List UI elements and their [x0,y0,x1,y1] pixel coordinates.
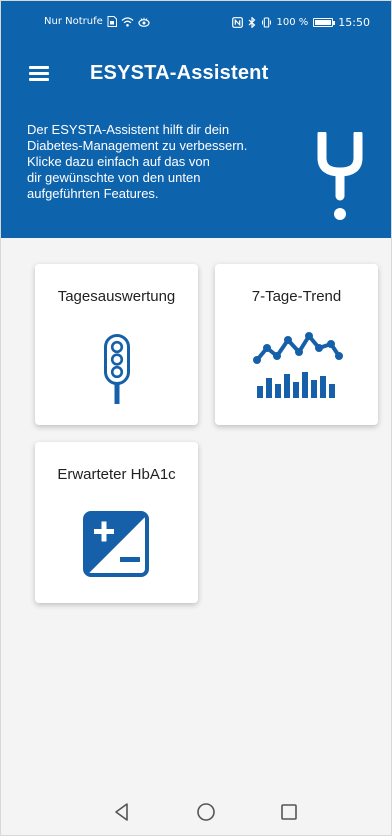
traffic-light-icon [104,334,130,404]
carrier-text: Nur Notrufe [44,16,103,27]
esysta-logo-icon [317,132,363,220]
eye-comfort-icon [138,17,150,27]
recents-icon[interactable] [275,798,303,826]
trend-chart-icon [253,332,343,398]
status-bar: Nur Notrufe 100 % 15:50 [0,0,392,44]
home-icon[interactable] [192,798,220,826]
feature-card-title: 7-Tage-Trend [251,288,342,305]
intro-line: Klicke dazu einfach auf das von [27,154,210,169]
plus-minus-icon [83,511,149,577]
wifi-icon [121,16,134,27]
feature-card-erwarteter-hba1c[interactable]: Erwarteter HbA1c [35,442,198,603]
intro-text: Der ESYSTA-Assistent hilft dir dein Diab… [27,122,312,202]
feature-card-tagesauswertung[interactable]: Tagesauswertung [35,264,198,425]
intro-line: Der ESYSTA-Assistent hilft dir dein [27,122,230,137]
intro-line: aufgeführten Features. [27,186,159,201]
page-title: ESYSTA-Assistent [90,62,269,84]
feature-card-7-tage-trend[interactable]: 7-Tage-Trend [215,264,378,425]
clock: 15:50 [338,16,370,29]
sim-card-icon [107,16,117,27]
back-icon[interactable] [108,798,136,826]
app-bar: ESYSTA-Assistent [0,44,392,108]
battery-percent: 100 % [276,17,309,28]
status-right: 100 % 15:50 [231,16,370,29]
intro-line: Diabetes-Management zu verbessern. [27,138,248,153]
battery-icon [313,18,336,27]
intro-line: dir gewünschte von den unten [27,170,201,185]
vibrate-icon [261,17,271,28]
system-navigation-bar [0,788,392,836]
bluetooth-icon [248,17,255,28]
intro-banner: Der ESYSTA-Assistent hilft dir dein Diab… [0,108,392,238]
feature-card-title: Erwarteter HbA1c [57,466,176,483]
hamburger-menu-icon[interactable] [29,65,51,83]
feature-card-title: Tagesauswertung [57,288,176,305]
nfc-icon [231,17,243,28]
status-left: Nur Notrufe [44,16,150,27]
